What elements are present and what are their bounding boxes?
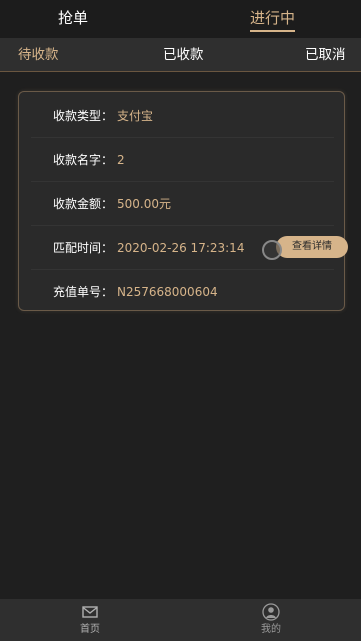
top-tab-bar: 抢单 进行中 — [0, 0, 361, 38]
payee-name-value: 2 — [117, 153, 125, 167]
row-amount: 收款金额： 500.00元 — [31, 182, 334, 226]
tab-grab-order[interactable]: 抢单 — [58, 8, 88, 28]
amount-label: 收款金额： — [53, 197, 114, 211]
row-match-time: 匹配时间： 2020-02-26 17:23:14 查看详情 — [31, 226, 348, 270]
bottom-nav: 首页 我的 — [0, 599, 361, 641]
order-number-value: N257668000604 — [117, 285, 218, 299]
nav-label-home: 首页 — [80, 624, 100, 635]
nav-item-home[interactable]: 首页 — [60, 603, 120, 637]
tab-cancelled[interactable]: 已取消 — [305, 45, 346, 65]
mail-icon — [60, 603, 120, 621]
payment-type-label: 收款类型： — [53, 109, 114, 123]
tab-pending[interactable]: 待收款 — [18, 45, 59, 65]
user-icon — [241, 603, 301, 621]
order-card: 收款类型： 支付宝 收款名字： 2 收款金额： 500.00元 匹配时间： 20… — [18, 91, 348, 314]
status-tab-bar: 待收款 已收款 已取消 — [0, 38, 361, 72]
order-number-label: 充值单号： — [53, 285, 114, 299]
payment-type-value: 支付宝 — [117, 109, 154, 123]
row-order-number: 充值单号： N257668000604 — [31, 270, 334, 314]
page: 抢单 进行中 待收款 已收款 已取消 收款类型： 支付宝 收款名字： 2 收款金… — [0, 0, 361, 641]
match-time-label: 匹配时间： — [53, 241, 114, 255]
match-time-value: 2020-02-26 17:23:14 — [117, 241, 245, 255]
payee-name-label: 收款名字： — [53, 153, 114, 167]
touch-indicator-icon — [262, 240, 282, 260]
tab-in-progress[interactable]: 进行中 — [250, 8, 296, 32]
row-payment-type: 收款类型： 支付宝 — [31, 94, 334, 138]
view-details-button[interactable]: 查看详情 — [276, 236, 348, 258]
tab-received[interactable]: 已收款 — [163, 45, 204, 65]
row-payee-name: 收款名字： 2 — [31, 138, 334, 182]
amount-value: 500.00元 — [117, 197, 171, 211]
nav-label-mine: 我的 — [261, 624, 281, 635]
nav-item-mine[interactable]: 我的 — [241, 603, 301, 637]
